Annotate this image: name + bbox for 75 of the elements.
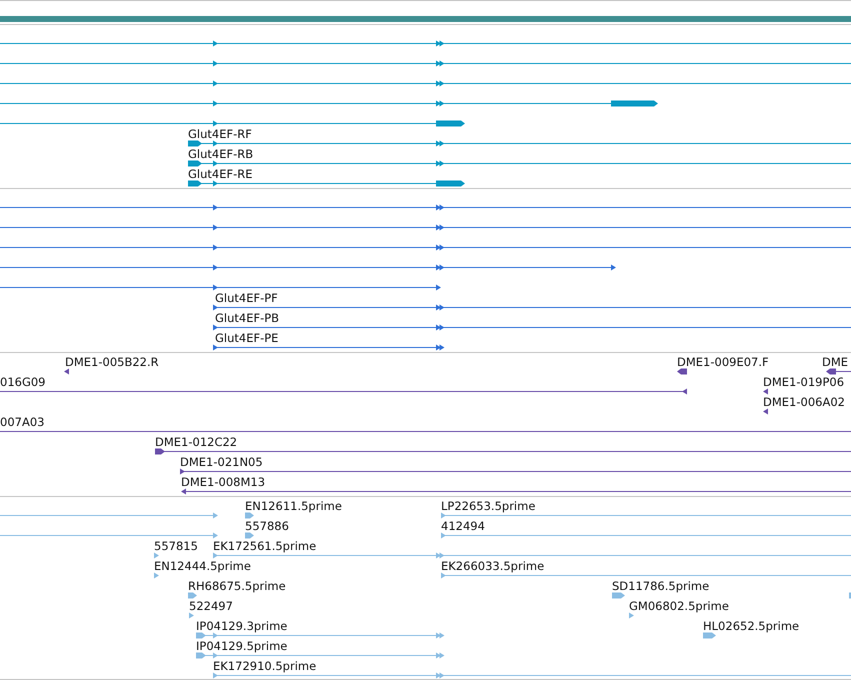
feature-label: IP04129.5prime — [196, 639, 288, 653]
clone-feature[interactable] — [155, 448, 851, 454]
est-feature[interactable] — [196, 632, 444, 638]
feature-label: DME — [822, 355, 848, 369]
clone-feature[interactable] — [181, 488, 851, 494]
feature-label: GM06802.5prime — [629, 599, 729, 613]
feature-label: RH68675.5prime — [188, 579, 286, 593]
feature-label: 007A03 — [0, 415, 44, 429]
feature-label: Glut4EF-RE — [188, 167, 253, 181]
feature-label: EN12444.5prime — [154, 559, 251, 573]
est-feature[interactable] — [154, 552, 159, 558]
feature-label: EN12611.5prime — [245, 499, 342, 513]
transcript-feature[interactable] — [188, 140, 851, 146]
est-feature[interactable] — [629, 612, 634, 618]
feature-label: SD11786.5prime — [612, 579, 710, 593]
feature-label: 016G09 — [0, 375, 46, 389]
transcript-feature[interactable] — [188, 180, 465, 186]
est-feature[interactable] — [245, 532, 254, 538]
feature-label: 522497 — [189, 599, 233, 613]
est-feature[interactable] — [0, 512, 218, 518]
feature-label: DME1-006A02 — [763, 395, 845, 409]
feature-label: LP22653.5prime — [441, 499, 536, 513]
feature-label: Glut4EF-PE — [215, 331, 278, 345]
est-feature[interactable] — [154, 572, 159, 578]
feature-label: DME1-021N05 — [180, 455, 263, 469]
feature-label: Glut4EF-PF — [215, 291, 278, 305]
feature-label: EK172561.5prime — [213, 539, 316, 553]
feature-label: Glut4EF-RB — [188, 147, 254, 161]
feature-label: HL02652.5prime — [703, 619, 800, 633]
transcript-feature[interactable] — [188, 160, 851, 166]
protein-feature[interactable] — [0, 284, 441, 290]
feature-label: Glut4EF-PB — [215, 311, 280, 325]
feature-label: DME1-012C22 — [155, 435, 238, 449]
protein-feature[interactable] — [0, 264, 616, 270]
est-feature[interactable] — [703, 632, 716, 638]
feature-label: DME1-005B22.R — [65, 355, 159, 369]
est-feature[interactable] — [441, 532, 851, 538]
feature-label: EK266033.5prime — [441, 559, 544, 573]
est-feature[interactable] — [213, 552, 851, 558]
feature-label: EK172910.5prime — [213, 659, 316, 673]
est-feature[interactable] — [612, 592, 625, 598]
est-feature[interactable] — [188, 592, 197, 598]
feature-label: 412494 — [441, 519, 485, 533]
feature-label: IP04129.3prime — [196, 619, 288, 633]
protein-feature[interactable] — [0, 224, 851, 230]
protein-feature[interactable] — [213, 344, 444, 350]
transcript-feature[interactable] — [0, 40, 851, 46]
feature-label: DME1-019P06 — [763, 375, 844, 389]
transcript-feature[interactable] — [0, 80, 851, 86]
est-feature[interactable] — [196, 652, 444, 658]
clone-feature[interactable] — [180, 468, 851, 474]
clone-feature[interactable] — [64, 368, 69, 374]
feature-label: DME1-008M13 — [181, 475, 266, 489]
est-feature[interactable] — [441, 512, 851, 518]
clone-feature[interactable] — [763, 388, 768, 394]
protein-feature[interactable] — [0, 204, 851, 210]
feature-label: 557886 — [245, 519, 289, 533]
clone-feature[interactable] — [826, 368, 851, 374]
est-feature[interactable] — [0, 532, 218, 538]
feature-label: Glut4EF-RF — [188, 127, 252, 141]
transcript-feature[interactable] — [0, 120, 465, 126]
est-feature[interactable] — [189, 612, 194, 618]
clone-feature[interactable] — [677, 368, 687, 374]
transcript-feature[interactable] — [0, 100, 658, 106]
feature-label: 557815 — [154, 539, 198, 553]
est-feature[interactable] — [245, 512, 254, 518]
feature-label: DME1-009E07.F — [677, 355, 769, 369]
est-feature[interactable] — [441, 572, 851, 578]
protein-feature[interactable] — [213, 324, 851, 330]
clone-feature[interactable] — [0, 388, 687, 394]
protein-feature[interactable] — [0, 244, 851, 250]
est-feature[interactable] — [213, 672, 851, 678]
clone-feature[interactable] — [763, 408, 768, 414]
transcript-feature[interactable] — [0, 60, 851, 66]
protein-feature[interactable] — [213, 304, 851, 310]
